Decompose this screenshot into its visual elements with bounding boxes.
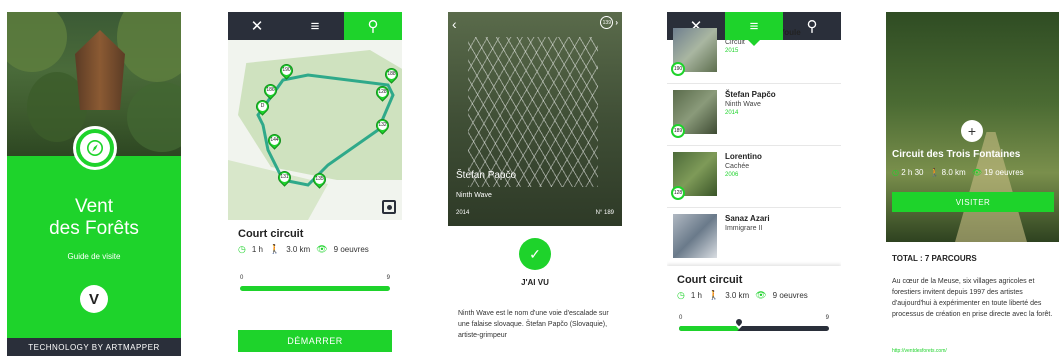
clock-icon: ◷: [677, 290, 685, 300]
screen-artwork-list: ✕ ≡ ⚲ 190 B. Martin & C. Youle Circuit 2…: [667, 12, 841, 356]
list-item[interactable]: 189 Štefan Papčo Ninth Wave 2014: [667, 84, 841, 146]
walker-icon: 🚶: [929, 168, 940, 177]
map-pin[interactable]: 132: [373, 116, 392, 136]
route-name: Circuit des Trois Fontaines: [892, 149, 1021, 160]
clock-icon: ◷: [892, 168, 899, 177]
visit-button[interactable]: VISITER: [892, 192, 1054, 212]
chevron-right-icon: ›: [615, 18, 618, 27]
circuit-sheet: Court circuit ◷ 1 h 🚶 3.0 km 👁 9 oeuvres 0 …: [667, 266, 841, 356]
eye-icon: 👁: [755, 290, 767, 300]
back-arrow-icon[interactable]: ‹: [452, 16, 457, 32]
artwork-description: Ninth Wave est le nom d'une voie d'escal…: [458, 310, 609, 339]
trail-map[interactable]: 190 186 188 D 128 132 144 131 135: [228, 40, 402, 220]
screen-routes: + Circuit des Trois Fontaines ◷ 2 h 30 🚶…: [886, 12, 1059, 356]
close-icon[interactable]: ✕: [228, 12, 286, 40]
recenter-icon[interactable]: [382, 200, 396, 214]
screen-home: Vent des Forêts Guide de visite V TECHNO…: [7, 12, 181, 356]
plus-icon[interactable]: +: [961, 120, 983, 142]
website-link[interactable]: http://ventdesforets.com/: [892, 348, 947, 354]
range-fill: [679, 326, 739, 331]
top-nav: ✕ ≡ ⚲: [228, 12, 402, 46]
next-artwork-button[interactable]: 139 ›: [600, 16, 618, 29]
artist-name: Štefan Papčo: [456, 170, 517, 181]
artwork-badge: 139: [600, 16, 614, 29]
list-item[interactable]: Sanaz Azari Immigrare II: [667, 208, 841, 270]
circuit-stats: ◷ 1 h 🚶 3.0 km 👁 9 oeuvres: [677, 290, 808, 300]
artwork-list: 190 B. Martin & C. Youle Circuit 2015 18…: [667, 22, 841, 270]
vent-des-forets-logo: V: [80, 285, 108, 313]
circuit-card: Court circuit ◷ 1 h 🚶 3.0 km 👁 9 oeuvres: [228, 220, 402, 263]
home-panel: Vent des Forêts Guide de visite V TECHNO…: [7, 126, 181, 356]
artwork-number: N° 189: [595, 210, 614, 216]
range-track: [240, 286, 390, 291]
map-pin[interactable]: 131: [275, 168, 294, 188]
map-pin-icon[interactable]: ⚲: [344, 12, 402, 46]
map-pin[interactable]: 190: [277, 61, 296, 81]
check-icon[interactable]: ✓: [519, 238, 551, 270]
start-button[interactable]: DÉMARRER: [238, 330, 392, 352]
app-title: Vent des Forêts: [49, 196, 139, 239]
list-icon[interactable]: ≡: [725, 12, 783, 46]
eye-icon: 👁: [316, 244, 328, 254]
map-pin[interactable]: 186: [261, 81, 280, 101]
circuit-stats: ◷ 1 h 🚶 3.0 km 👁 9 oeuvres: [238, 244, 369, 254]
compass-icon[interactable]: [73, 126, 117, 170]
artwork-year: 2014: [456, 210, 470, 216]
intro-text: Au cœur de la Meuse, six villages agrico…: [892, 278, 1053, 318]
circuit-title: Court circuit: [677, 274, 743, 286]
walker-icon: 🚶: [268, 244, 281, 254]
artwork-title: Ninth Wave: [456, 192, 492, 199]
forest-path-photo: + Circuit des Trois Fontaines ◷ 2 h 30 🚶…: [886, 12, 1059, 242]
screen-artwork-detail: ‹ 139 › Štefan Papčo Ninth Wave 2014 N° …: [448, 12, 622, 356]
map-pin[interactable]: D: [253, 97, 272, 117]
walker-icon: 🚶: [707, 290, 720, 300]
powered-by-footer: TECHNOLOGY BY ARTMAPPER: [7, 338, 181, 356]
position-marker-icon[interactable]: [731, 314, 747, 330]
map-pin[interactable]: 128: [373, 83, 392, 103]
map-pin[interactable]: 188: [382, 65, 401, 85]
routes-total: TOTAL : 7 PARCOURS: [892, 254, 977, 263]
clock-icon: ◷: [238, 244, 246, 254]
artwork-photo: ‹ 139 › Štefan Papčo Ninth Wave 2014 N° …: [448, 12, 622, 226]
progress-range[interactable]: 0 9: [679, 314, 829, 335]
app-subtitle: Guide de visite: [67, 252, 121, 261]
circuit-title: Court circuit: [238, 228, 304, 240]
route-stats: ◷ 2 h 30 🚶 8.0 km 👁 19 oeuvres: [892, 168, 1024, 177]
works-range: 0 9: [240, 275, 390, 295]
map-pin[interactable]: 135: [310, 170, 329, 190]
seen-label: J'AI VU: [521, 278, 549, 287]
list-icon[interactable]: ≡: [286, 12, 344, 40]
screen-map: ✕ ≡ ⚲ 190 186 188 D 128 132 144 131 135 …: [228, 12, 402, 356]
eye-icon: 👁: [971, 168, 982, 177]
list-item[interactable]: 128 Lorentino Cachée 2006: [667, 146, 841, 208]
circuit-card: Court circuit ◷ 1 h 🚶 3.0 km 👁 9 oeuvres: [667, 266, 841, 309]
map-pin[interactable]: 144: [265, 131, 284, 151]
